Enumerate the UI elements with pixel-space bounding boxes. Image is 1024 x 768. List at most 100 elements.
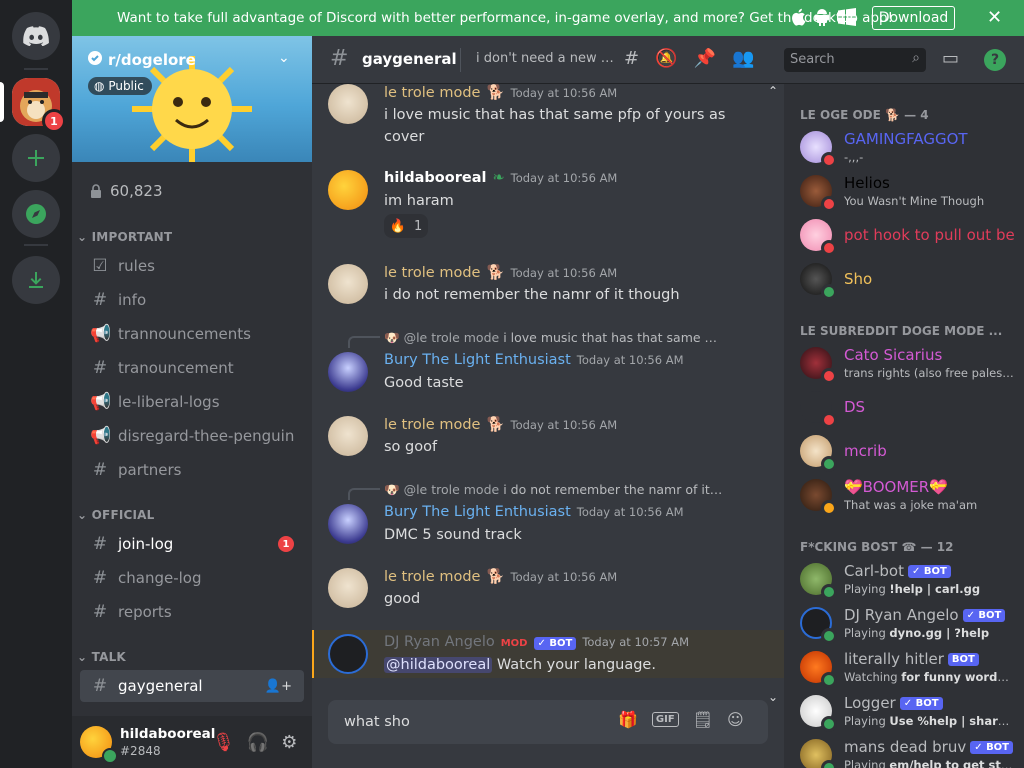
channel-reports[interactable]: # reports <box>80 596 304 628</box>
category-official[interactable]: ⌄ OFFICIAL <box>77 508 155 522</box>
member-item[interactable]: Sho <box>800 258 1020 300</box>
member-name: Carl-bot <box>844 562 904 580</box>
message-author[interactable]: Bury The Light Enthusiast <box>384 352 571 368</box>
avatar[interactable] <box>328 170 368 210</box>
mic-muted-icon[interactable]: 🎙 <box>212 732 235 753</box>
message-timestamp: Today at 10:56 AM <box>576 505 684 519</box>
channel-le-liberal-logs[interactable]: 📢 le-liberal-logs <box>80 386 304 418</box>
notifications-muted-icon[interactable]: 🔕 <box>655 48 677 69</box>
headphones-icon[interactable]: 🎧 <box>247 732 269 753</box>
member-count-row: 60,823 <box>90 182 163 200</box>
member-item[interactable]: DJ Ryan Angelo ✓ BOT Playing dyno.gg | ?h… <box>800 602 1020 644</box>
channel-gaygeneral[interactable]: # gaygeneral 👤+ <box>80 670 304 702</box>
reply-preview[interactable]: 🐶 @le trole mode i love music that has t… <box>384 330 724 346</box>
message-author[interactable]: le trole mode <box>384 569 480 585</box>
download-button[interactable]: Download <box>872 6 955 30</box>
message-author[interactable]: le trole mode <box>384 265 480 281</box>
member-item[interactable]: Cato Sicarius trans rights (also free pa… <box>800 342 1020 384</box>
channel-rules[interactable]: ☑ rules <box>80 250 304 282</box>
message-author[interactable]: le trole mode <box>384 417 480 433</box>
channel-disregard-thee-penguin[interactable]: 📢 disregard-thee-penguin <box>80 420 304 452</box>
close-banner-icon[interactable]: ✕ <box>987 7 1002 28</box>
member-item[interactable]: mans dead bruv ✓ BOT Playing em/help to g… <box>800 734 1020 768</box>
pinned-messages-icon[interactable]: 📌 <box>694 48 716 69</box>
member-item[interactable]: GAMINGFAGGOT -,,,- <box>800 126 1020 168</box>
reaction-button[interactable]: 🔥 1 <box>384 214 428 238</box>
member-list-icon[interactable]: 👥 <box>732 48 754 69</box>
member-activity: You Wasn't Mine Though <box>844 194 985 208</box>
member-item[interactable]: mcrib <box>800 430 1020 472</box>
member-item[interactable]: 💝BOOMER💝 That was a joke ma'am <box>800 474 1020 516</box>
message-author[interactable]: DJ Ryan Angelo <box>384 634 495 650</box>
member-group-header: F*CKING BOST ☎ — 12 <box>800 540 954 554</box>
message-author[interactable]: le trole mode <box>384 85 480 101</box>
status-indicator <box>821 284 837 300</box>
discord-home-icon[interactable] <box>12 12 60 60</box>
server-name[interactable]: r/dogelore <box>88 51 196 69</box>
member-activity: Playing em/help to get started <box>844 758 1014 768</box>
member-name: Logger <box>844 694 896 712</box>
avatar[interactable] <box>328 264 368 304</box>
message-text: Good taste <box>384 375 464 391</box>
message-timestamp: Today at 10:56 AM <box>510 570 618 584</box>
message-author[interactable]: hildabooreal <box>384 170 486 186</box>
channel-tranouncement[interactable]: # tranouncement <box>80 352 304 384</box>
invite-user-icon[interactable]: 👤+ <box>265 679 292 694</box>
chevron-down-icon[interactable]: ⌄ <box>278 50 290 66</box>
explore-icon[interactable] <box>12 190 60 238</box>
reply-avatar-icon: 🐶 <box>384 482 400 497</box>
category-important[interactable]: ⌄ IMPORTANT <box>77 230 172 244</box>
avatar[interactable] <box>328 504 368 544</box>
help-icon[interactable]: ? <box>984 49 1006 71</box>
avatar[interactable] <box>328 416 368 456</box>
gift-icon[interactable]: 🎁 <box>618 710 638 729</box>
reply-connector <box>348 336 380 348</box>
channel-topic[interactable]: i don't need a new ge... <box>476 51 616 66</box>
avatar[interactable] <box>328 352 368 392</box>
message-timestamp: Today at 10:56 AM <box>510 171 618 185</box>
message-timestamp: Today at 10:56 AM <box>510 266 618 280</box>
channel-info[interactable]: # info <box>80 284 304 316</box>
server-banner[interactable]: r/dogelore ◍ Public ⌄ <box>72 36 312 162</box>
gif-button[interactable]: GIF <box>651 712 679 727</box>
download-apps-icon[interactable] <box>12 256 60 304</box>
search-input[interactable]: Search ⌕ <box>784 48 926 72</box>
member-item[interactable]: literally hitler BOT Watching for funny w… <box>800 646 1020 688</box>
message-timestamp: Today at 10:56 AM <box>510 86 618 100</box>
scroll-down-icon[interactable]: ⌄ <box>768 690 778 704</box>
sticker-icon[interactable]: 🗒 <box>693 710 713 729</box>
user-mention[interactable]: @hildabooreal <box>384 657 493 673</box>
member-activity: Playing Use %help | shards 80... <box>844 714 1014 728</box>
message-input[interactable]: what sho 🎁 GIF 🗒 ☺ <box>328 700 768 744</box>
add-server-icon[interactable] <box>12 134 60 182</box>
member-group-header: LE SUBREDDIT DOGE MODE ... <box>800 324 1003 338</box>
member-item[interactable]: DS <box>800 386 1020 428</box>
banner-text: Want to take full advantage of Discord w… <box>117 10 893 26</box>
avatar[interactable] <box>328 84 368 124</box>
avatar[interactable] <box>328 634 368 674</box>
mod-badge-icon: MOD <box>500 638 528 649</box>
avatar[interactable] <box>328 568 368 608</box>
rail-separator <box>24 68 48 70</box>
channel-change-log[interactable]: # change-log <box>80 562 304 594</box>
reply-preview[interactable]: 🐶 @le trole mode i do not remember the n… <box>384 482 724 498</box>
server-rail: 1 <box>0 0 72 768</box>
message-author[interactable]: Bury The Light Enthusiast <box>384 504 571 520</box>
category-talk[interactable]: ⌄ TALK <box>77 650 126 664</box>
member-item[interactable]: Logger✓ BOT Playing Use %help | shards 8… <box>800 690 1020 732</box>
channel-join-log[interactable]: # join-log 1 <box>80 528 304 560</box>
channel-partners[interactable]: # partners <box>80 454 304 486</box>
gear-icon[interactable]: ⚙ <box>281 732 297 753</box>
leaf-badge-icon: ❧ <box>492 170 505 186</box>
inbox-icon[interactable]: ▭ <box>942 48 959 69</box>
threads-icon[interactable]: # <box>624 48 639 69</box>
message-mention-highlight[interactable]: DJ Ryan Angelo MOD ✓ BOT Today at 10:57 AM … <box>312 630 784 678</box>
member-item[interactable]: Carl-bot ✓ BOT Playing !help | carl.gg <box>800 558 1020 600</box>
username: hildabooreal <box>120 726 216 742</box>
emoji-icon[interactable]: ☺ <box>727 710 744 729</box>
bot-tag: ✓ BOT <box>962 608 1006 622</box>
channel-trannouncements[interactable]: 📢 trannouncements <box>80 318 304 350</box>
member-item[interactable]: pot hook to pull out be... <box>800 214 1020 256</box>
member-item[interactable]: Helios You Wasn't Mine Though <box>800 170 1020 212</box>
scroll-up-icon[interactable]: ⌃ <box>768 84 778 98</box>
